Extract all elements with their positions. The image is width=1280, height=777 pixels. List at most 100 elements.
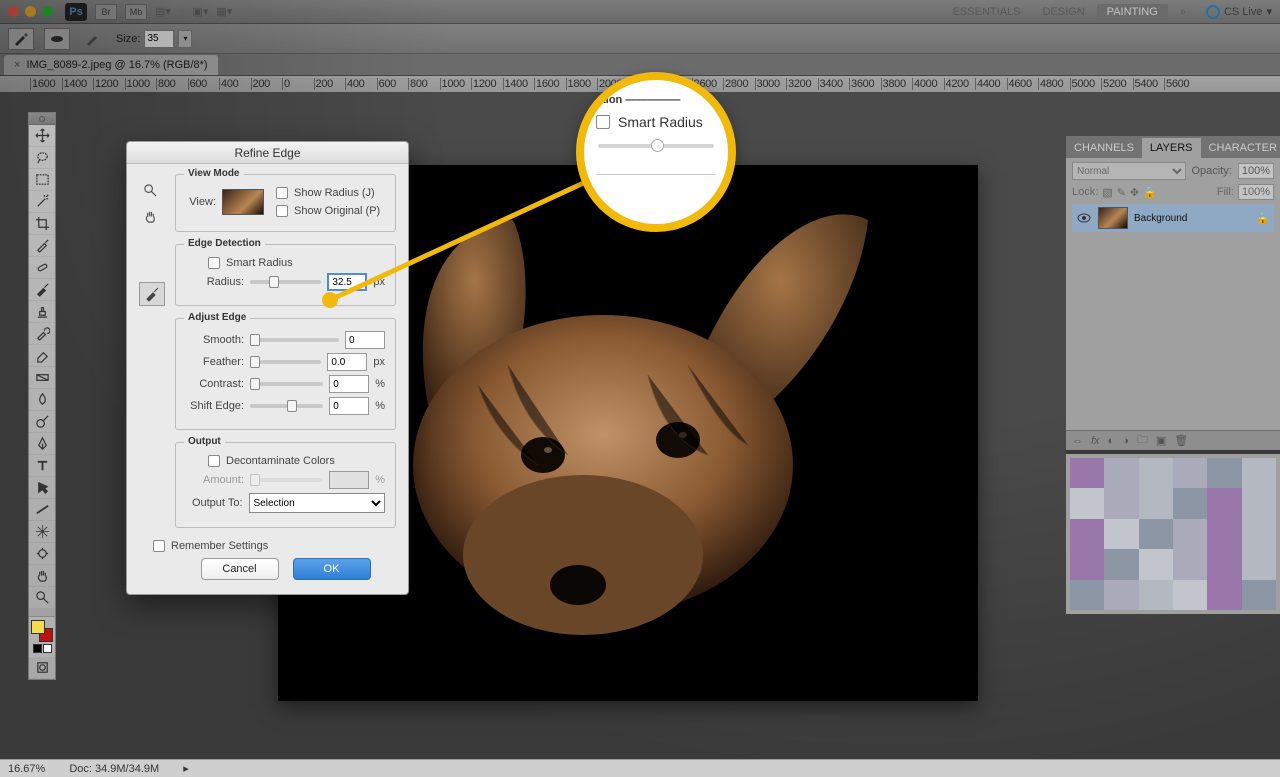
navigator-preview[interactable] (1066, 454, 1280, 614)
group-icon[interactable]: 🗀 (1137, 431, 1148, 450)
heal-tool-icon[interactable] (29, 257, 55, 279)
size-input[interactable] (144, 30, 174, 48)
blur-tool-icon[interactable] (29, 389, 55, 411)
dialog-title[interactable]: Refine Edge (127, 142, 408, 164)
marquee-tool-icon[interactable] (29, 169, 55, 191)
status-menu-icon[interactable]: ▸ (183, 762, 189, 775)
crop-tool-icon[interactable] (29, 213, 55, 235)
radius-slider[interactable] (250, 280, 321, 284)
lasso-tool-icon[interactable] (29, 147, 55, 169)
lock-all-icon[interactable]: 🔒 (1143, 186, 1157, 199)
workspace-painting[interactable]: PAINTING (1097, 4, 1168, 20)
brush-preset-icon[interactable] (44, 28, 70, 50)
link-layers-icon[interactable]: ⇔ (1072, 435, 1083, 447)
eyedropper-tool-icon[interactable] (29, 235, 55, 257)
layer-thumbnail[interactable] (1098, 207, 1128, 229)
pen-tool-icon[interactable] (29, 433, 55, 455)
tool-preset-icon[interactable] (8, 28, 34, 50)
brush-panel-icon[interactable] (80, 28, 106, 50)
output-to-select[interactable]: Selection (249, 493, 385, 513)
feather-input[interactable] (327, 353, 367, 371)
pan-preview-icon[interactable] (139, 206, 161, 226)
visibility-icon[interactable] (1076, 210, 1092, 226)
bridge-button[interactable]: Br (95, 4, 117, 20)
move-tool-icon[interactable] (29, 125, 55, 147)
extra-menu-icon[interactable]: ▦▾ (216, 5, 232, 18)
workspace-design[interactable]: DESIGN (1032, 4, 1094, 20)
cs-live-button[interactable]: CS Live▾ (1206, 5, 1272, 19)
brush-tool-icon[interactable] (29, 279, 55, 301)
opacity-value[interactable]: 100% (1238, 163, 1274, 179)
delete-layer-icon[interactable]: 🗑 (1174, 434, 1188, 447)
horizontal-ruler[interactable]: 1600140012001000800600400200020040060080… (0, 76, 1280, 92)
zoom-percentage[interactable]: 16.67% (8, 763, 45, 775)
workspace-more-icon[interactable]: » (1170, 4, 1196, 20)
tab-character[interactable]: CHARACTER (1201, 138, 1280, 158)
zoom-window-icon[interactable] (42, 6, 53, 17)
default-colors-icon[interactable] (33, 644, 42, 653)
smart-radius-checkbox[interactable] (208, 257, 220, 269)
arrange-docs-icon[interactable]: ▤▾ (155, 5, 171, 18)
workspace-essentials[interactable]: ESSENTIALS (943, 4, 1031, 20)
foreground-color-swatch[interactable] (31, 620, 45, 634)
hand-tool-icon[interactable] (29, 565, 55, 587)
color-swatches[interactable] (29, 617, 55, 657)
cancel-button[interactable]: Cancel (201, 558, 279, 580)
camera-tool-icon[interactable] (29, 543, 55, 565)
shape-tool-icon[interactable] (29, 499, 55, 521)
gradient-tool-icon[interactable] (29, 367, 55, 389)
size-dropdown-icon[interactable]: ▾ (178, 30, 192, 48)
close-tab-icon[interactable]: × (14, 59, 20, 71)
tab-channels[interactable]: CHANNELS (1066, 138, 1142, 158)
shift-edge-input[interactable] (329, 397, 369, 415)
quickmask-icon[interactable] (29, 657, 55, 679)
show-original-checkbox[interactable] (276, 205, 288, 217)
history-brush-icon[interactable] (29, 323, 55, 345)
refine-radius-tool-icon[interactable] (139, 282, 165, 306)
document-size[interactable]: Doc: 34.9M/34.9M (69, 763, 159, 775)
show-radius-checkbox[interactable] (276, 187, 288, 199)
layer-name[interactable]: Background (1134, 213, 1187, 224)
zoom-level-menu[interactable]: ▾ (179, 5, 185, 18)
contrast-slider[interactable] (250, 382, 323, 386)
view-thumbnail[interactable] (222, 189, 264, 215)
close-window-icon[interactable] (8, 6, 19, 17)
minimize-window-icon[interactable] (25, 6, 36, 17)
dodge-tool-icon[interactable] (29, 411, 55, 433)
toolbox-grip[interactable] (29, 113, 55, 125)
smooth-slider[interactable] (250, 338, 339, 342)
screen-mode-icon[interactable]: ▣▾ (192, 5, 208, 18)
type-tool-icon[interactable] (29, 455, 55, 477)
remember-settings-checkbox[interactable] (153, 540, 165, 552)
path-select-icon[interactable] (29, 477, 55, 499)
minibridge-button[interactable]: Mb (125, 4, 147, 20)
contrast-input[interactable] (329, 375, 369, 393)
shift-edge-slider[interactable] (250, 404, 323, 408)
feather-slider[interactable] (250, 360, 321, 364)
tab-layers[interactable]: LAYERS (1142, 138, 1201, 158)
lock-transparency-icon[interactable]: ▧ (1102, 186, 1112, 199)
lock-paint-icon[interactable]: ✎ (1117, 186, 1126, 199)
window-controls[interactable] (8, 6, 53, 17)
layer-row-background[interactable]: Background 🔒 (1072, 204, 1274, 232)
adjustment-layer-icon[interactable]: ◑ (1122, 435, 1129, 447)
smooth-input[interactable] (345, 331, 385, 349)
zoom-tool-icon[interactable] (29, 587, 55, 609)
stamp-tool-icon[interactable] (29, 301, 55, 323)
layer-fx-icon[interactable]: fx (1091, 435, 1100, 447)
lock-position-icon[interactable]: ✥ (1130, 186, 1139, 199)
swap-colors-icon[interactable] (43, 644, 52, 653)
blend-mode-select[interactable]: Normal (1072, 162, 1186, 180)
ok-button[interactable]: OK (293, 558, 371, 580)
fill-value[interactable]: 100% (1238, 184, 1274, 200)
decontaminate-checkbox[interactable] (208, 455, 220, 467)
3d-tool-icon[interactable] (29, 521, 55, 543)
layer-mask-icon[interactable]: ◐ (1108, 435, 1115, 447)
eraser-tool-icon[interactable] (29, 345, 55, 367)
zoom-preview-icon[interactable] (139, 180, 161, 200)
remember-settings-label: Remember Settings (171, 540, 268, 552)
brush-size-control: Size: ▾ (116, 30, 192, 48)
document-tab[interactable]: × IMG_8089-2.jpeg @ 16.7% (RGB/8*) (4, 55, 218, 75)
new-layer-icon[interactable]: ▣ (1156, 434, 1166, 447)
wand-tool-icon[interactable] (29, 191, 55, 213)
